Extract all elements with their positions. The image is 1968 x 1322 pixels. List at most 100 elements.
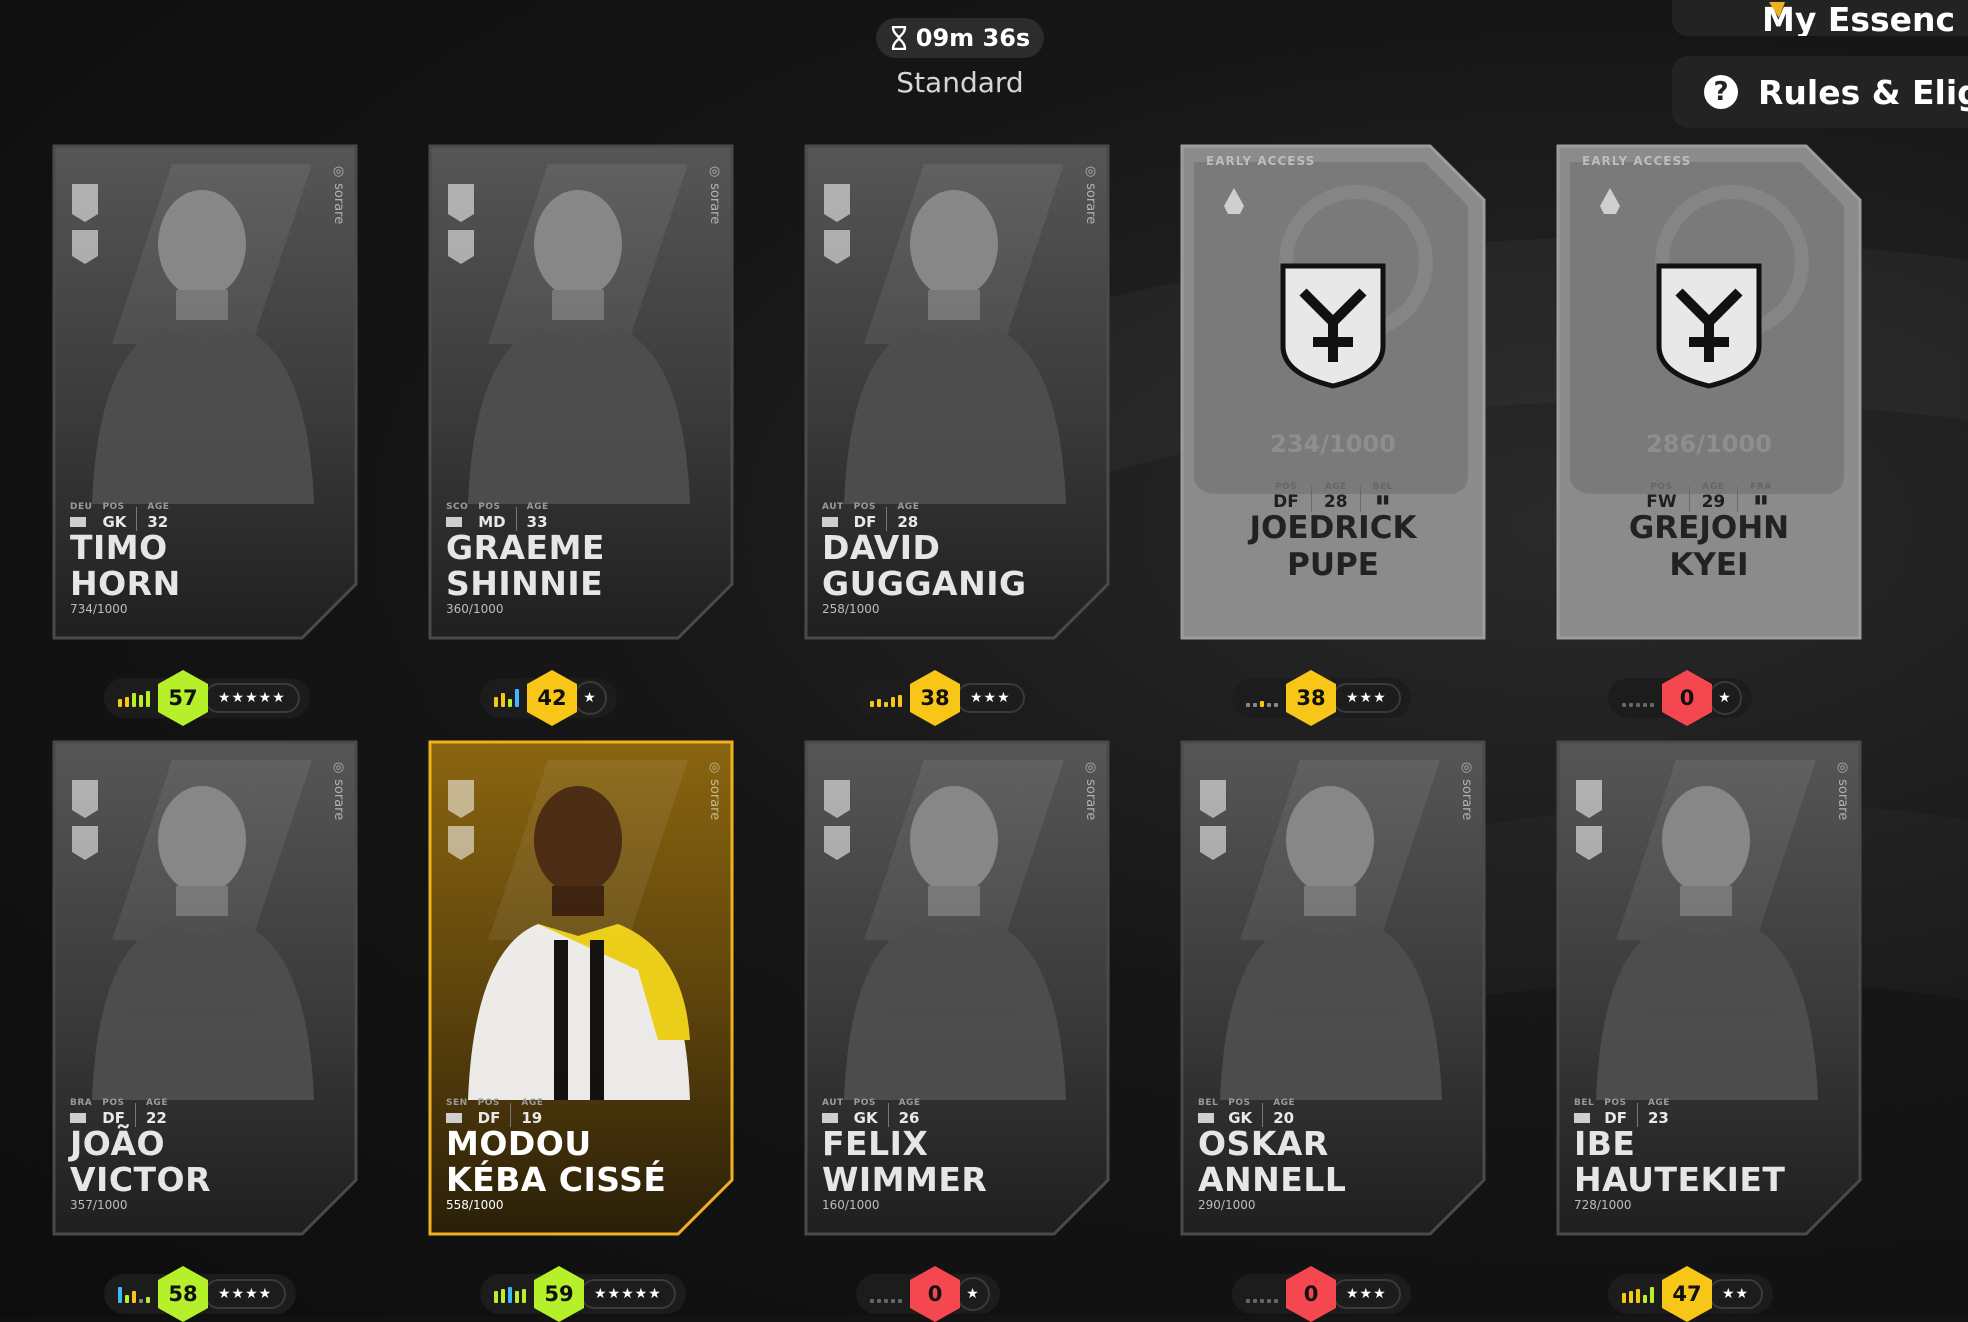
form-bars	[118, 1285, 150, 1303]
age-label: AGE	[897, 502, 920, 512]
question-icon: ?	[1704, 75, 1738, 109]
essence-icon	[1769, 2, 1785, 18]
score-row: 47 ★★	[1608, 1266, 1774, 1322]
rules-eligibility-button[interactable]: ? Rules & Eligi	[1672, 56, 1968, 128]
player-first-name: GRAEME	[446, 528, 605, 567]
nationality-block: BEL	[1574, 1098, 1594, 1127]
flag-icon	[1574, 1113, 1590, 1123]
form-bar	[1274, 703, 1278, 707]
my-essence-button[interactable]: My Essenc	[1672, 0, 1968, 36]
form-bar	[494, 697, 498, 707]
form-bar	[877, 699, 881, 707]
age-label: AGE	[521, 1098, 544, 1108]
star-rating[interactable]: ★	[573, 681, 607, 715]
form-bar	[1253, 1299, 1257, 1303]
nationality-block: BEL	[1198, 1098, 1218, 1127]
form-bar	[522, 1289, 526, 1303]
nationality-code: DEU	[70, 502, 93, 512]
star-rating[interactable]: ★★	[1708, 1279, 1764, 1309]
score-pill: 38 ★★★	[856, 670, 1035, 726]
position-block: POS DF	[1604, 1098, 1627, 1127]
form-bar	[139, 695, 143, 707]
score-row: 0 ★	[1608, 670, 1752, 726]
card-serial: 360/1000	[446, 602, 504, 616]
player-card[interactable]: ◎ sorare DEU POS GK AGE 32 TIMO HORN 734/1000	[52, 144, 358, 644]
form-bars	[870, 1285, 902, 1303]
player-card[interactable]: ◎ sorare AUT POS GK AGE 26 FELIX WIMMER 160/1000	[804, 740, 1110, 1240]
player-last-name: ANNELL	[1198, 1160, 1347, 1199]
player-last-name: HAUTEKIET	[1574, 1160, 1786, 1199]
score-pill: 42 ★	[480, 670, 617, 726]
score-row: 0 ★★★	[1232, 1266, 1411, 1322]
star-rating[interactable]: ★★★	[956, 683, 1025, 713]
card-serial: 357/1000	[70, 1198, 128, 1212]
star-rating[interactable]: ★★★★	[204, 1279, 287, 1309]
position-block: POS GK	[102, 502, 126, 531]
position-block: POS DF	[854, 502, 877, 531]
star-rating[interactable]: ★★★★★	[580, 1279, 676, 1309]
form-bar	[508, 1287, 512, 1303]
nationality-block: FRA ▮▮	[1750, 482, 1772, 512]
player-last-name: SHINNIE	[446, 564, 604, 603]
player-card[interactable]: ◎ sorare SCO POS MD AGE 33 GRAEME SHINNIE 360/10…	[428, 144, 734, 644]
score-hex: 38	[1286, 670, 1336, 726]
position-block: POS FW	[1646, 482, 1676, 512]
star-rating[interactable]: ★★★★★	[204, 683, 300, 713]
flag-icon: ▮▮	[1754, 492, 1768, 506]
flag-icon	[1198, 1113, 1214, 1123]
form-bar	[125, 697, 129, 707]
flag-icon	[446, 1113, 462, 1123]
player-meta: BRA POS DF AGE 22	[70, 1098, 168, 1127]
form-bars	[1622, 1285, 1654, 1303]
nationality-code: BRA	[70, 1098, 93, 1108]
card-serial: 290/1000	[1198, 1198, 1256, 1212]
age-label: AGE	[145, 1098, 168, 1108]
form-bar	[877, 1299, 881, 1303]
form-bar	[1253, 703, 1257, 707]
form-bar	[1267, 1299, 1271, 1303]
player-name: GREJOHN KYEI	[1556, 510, 1862, 584]
score-row: 38 ★★★	[856, 670, 1035, 726]
player-card[interactable]: ◎ sorare BEL POS GK AGE 20 OSKAR ANNELL 290/1000	[1180, 740, 1486, 1240]
player-meta: BEL POS GK AGE 20	[1198, 1098, 1295, 1127]
age-block: AGE 23	[1648, 1098, 1670, 1127]
player-first-name: OSKAR	[1198, 1124, 1329, 1163]
player-meta: SEN POS DF AGE 19	[446, 1098, 543, 1127]
player-card[interactable]: ◎ sorare BRA POS DF AGE 22 JOÃO VICTOR 357/1000	[52, 740, 358, 1240]
player-last-name: HORN	[70, 564, 181, 603]
competition-mode: Standard	[896, 66, 1024, 99]
player-last-name: WIMMER	[822, 1160, 988, 1199]
form-bar	[1650, 1287, 1654, 1303]
player-card[interactable]: ◎ sorare AUT POS DF AGE 28 DAVID GUGGANIG 258/10…	[804, 144, 1110, 644]
star-rating[interactable]: ★★★	[1332, 1279, 1401, 1309]
form-bar	[1636, 703, 1640, 707]
player-card[interactable]: EARLY ACCESS 286/1000 POS FW AGE 29 FRA ▮▮ GREJ…	[1556, 144, 1862, 644]
star-rating[interactable]: ★★★	[1332, 683, 1401, 713]
age-label: AGE	[147, 502, 170, 512]
score-row: 42 ★	[480, 670, 617, 726]
form-bars	[1246, 1285, 1278, 1303]
player-card[interactable]: ◎ sorare SEN POS DF AGE 19 MODOU KÉBA CISSÉ 558/…	[428, 740, 734, 1240]
score-row: 58 ★★★★	[104, 1266, 297, 1322]
player-meta: DEU POS GK AGE 32	[70, 502, 169, 531]
form-bar	[1274, 1299, 1278, 1303]
score-hex: 0	[1286, 1266, 1336, 1322]
player-meta: POS DF AGE 28 BEL ▮▮	[1180, 482, 1486, 512]
star-rating[interactable]: ★	[1708, 681, 1742, 715]
score-pill: 0 ★	[1608, 670, 1752, 726]
hourglass-icon	[891, 26, 906, 50]
position-block: POS DF	[102, 1098, 125, 1127]
card-serial: 286/1000	[1646, 430, 1772, 458]
player-card[interactable]: ◎ sorare BEL POS DF AGE 23 IBE HAUTEKIET 728/100…	[1556, 740, 1862, 1240]
card-serial: 258/1000	[822, 602, 880, 616]
form-bars	[870, 689, 902, 707]
player-last-name: KYEI	[1669, 547, 1749, 583]
early-access-label: EARLY ACCESS	[1206, 154, 1316, 168]
nationality-code: BEL	[1372, 482, 1393, 492]
star-rating[interactable]: ★	[956, 1277, 990, 1311]
player-card[interactable]: EARLY ACCESS 234/1000 POS DF AGE 28 BEL ▮▮ JOED…	[1180, 144, 1486, 644]
player-meta: AUT POS GK AGE 26	[822, 1098, 921, 1127]
flag-icon	[70, 1113, 86, 1123]
card-serial: 734/1000	[70, 602, 128, 616]
sorare-logo: ◎ sorare	[1459, 760, 1474, 821]
